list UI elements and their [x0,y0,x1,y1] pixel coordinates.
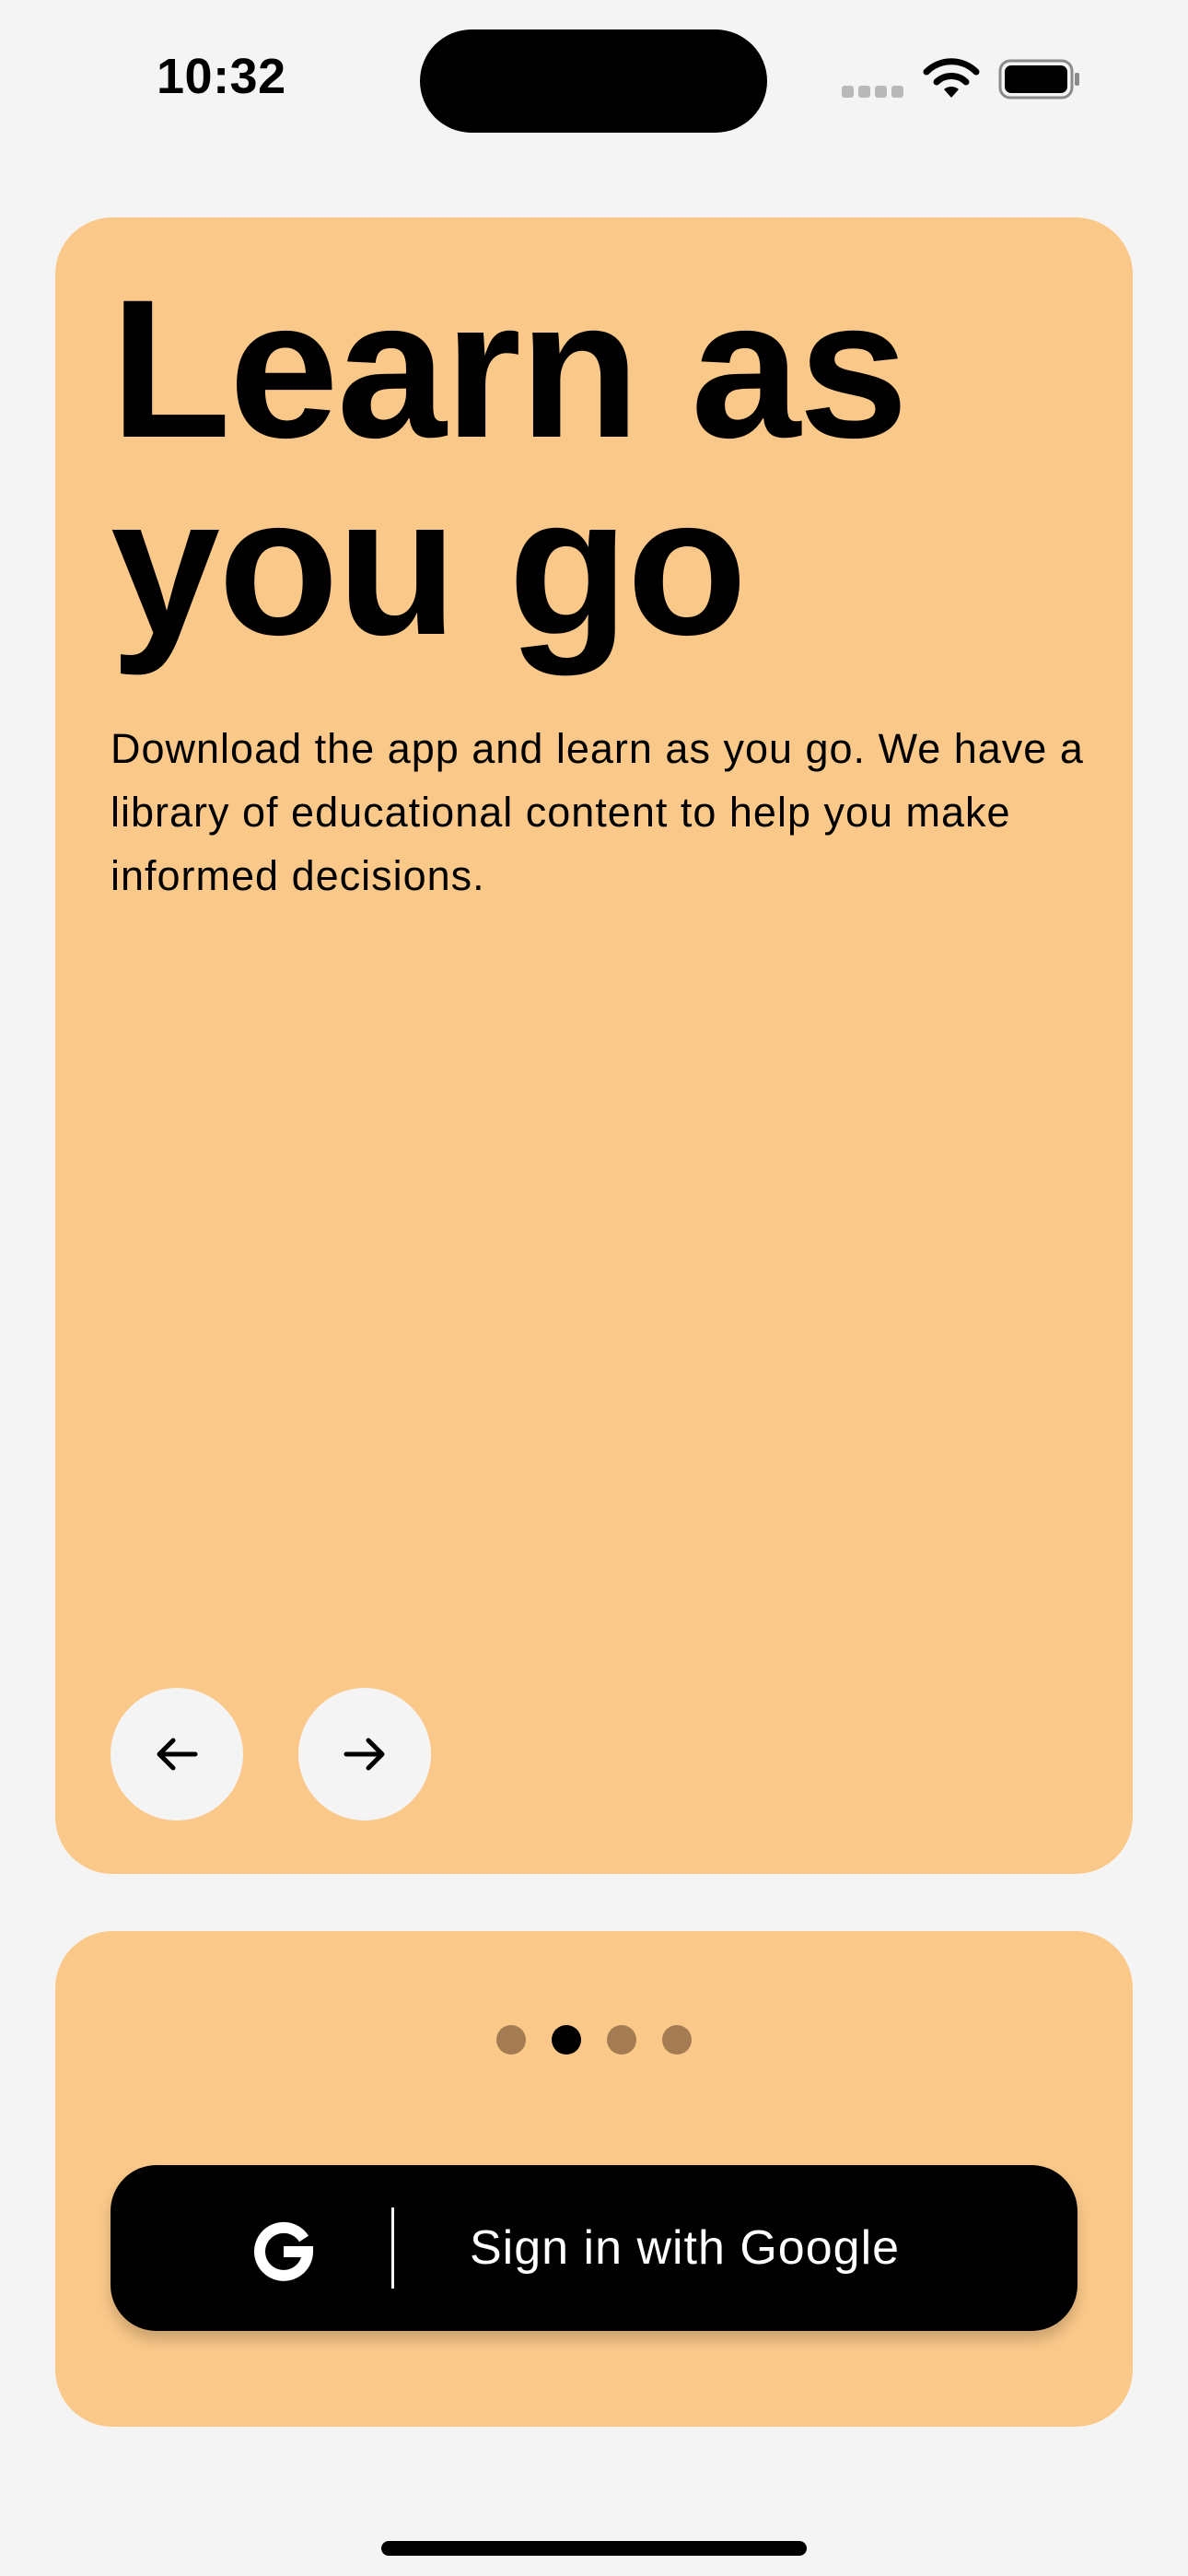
onboarding-description: Download the app and learn as you go. We… [111,725,1084,899]
page-dot[interactable] [607,2025,636,2055]
status-bar: 10:32 [0,0,1188,166]
dynamic-island [420,29,767,133]
status-time: 10:32 [157,49,286,104]
arrow-left-icon [157,1738,198,1771]
sign-in-with-google-button[interactable]: Sign in with Google [111,2165,1077,2331]
next-button[interactable] [298,1688,431,1821]
battery-icon [998,59,1079,100]
previous-button[interactable] [111,1688,243,1821]
onboarding-headline: Learn as you go [111,259,908,676]
cell-signal-icon [842,86,904,99]
arrow-right-icon [344,1738,385,1771]
page-dot-active[interactable] [552,2025,581,2055]
onboarding-card: Learn as you go Download the app and lea… [55,217,1133,1874]
google-icon [254,2221,314,2281]
wifi-icon [923,58,980,98]
page-dot[interactable] [496,2025,526,2055]
signin-card: Sign in with Google [55,1931,1133,2427]
page-indicator[interactable] [55,2025,1133,2055]
page-dot[interactable] [662,2025,692,2055]
button-divider [391,2207,394,2289]
google-button-label: Sign in with Google [470,2221,901,2275]
home-indicator[interactable] [381,2541,807,2556]
